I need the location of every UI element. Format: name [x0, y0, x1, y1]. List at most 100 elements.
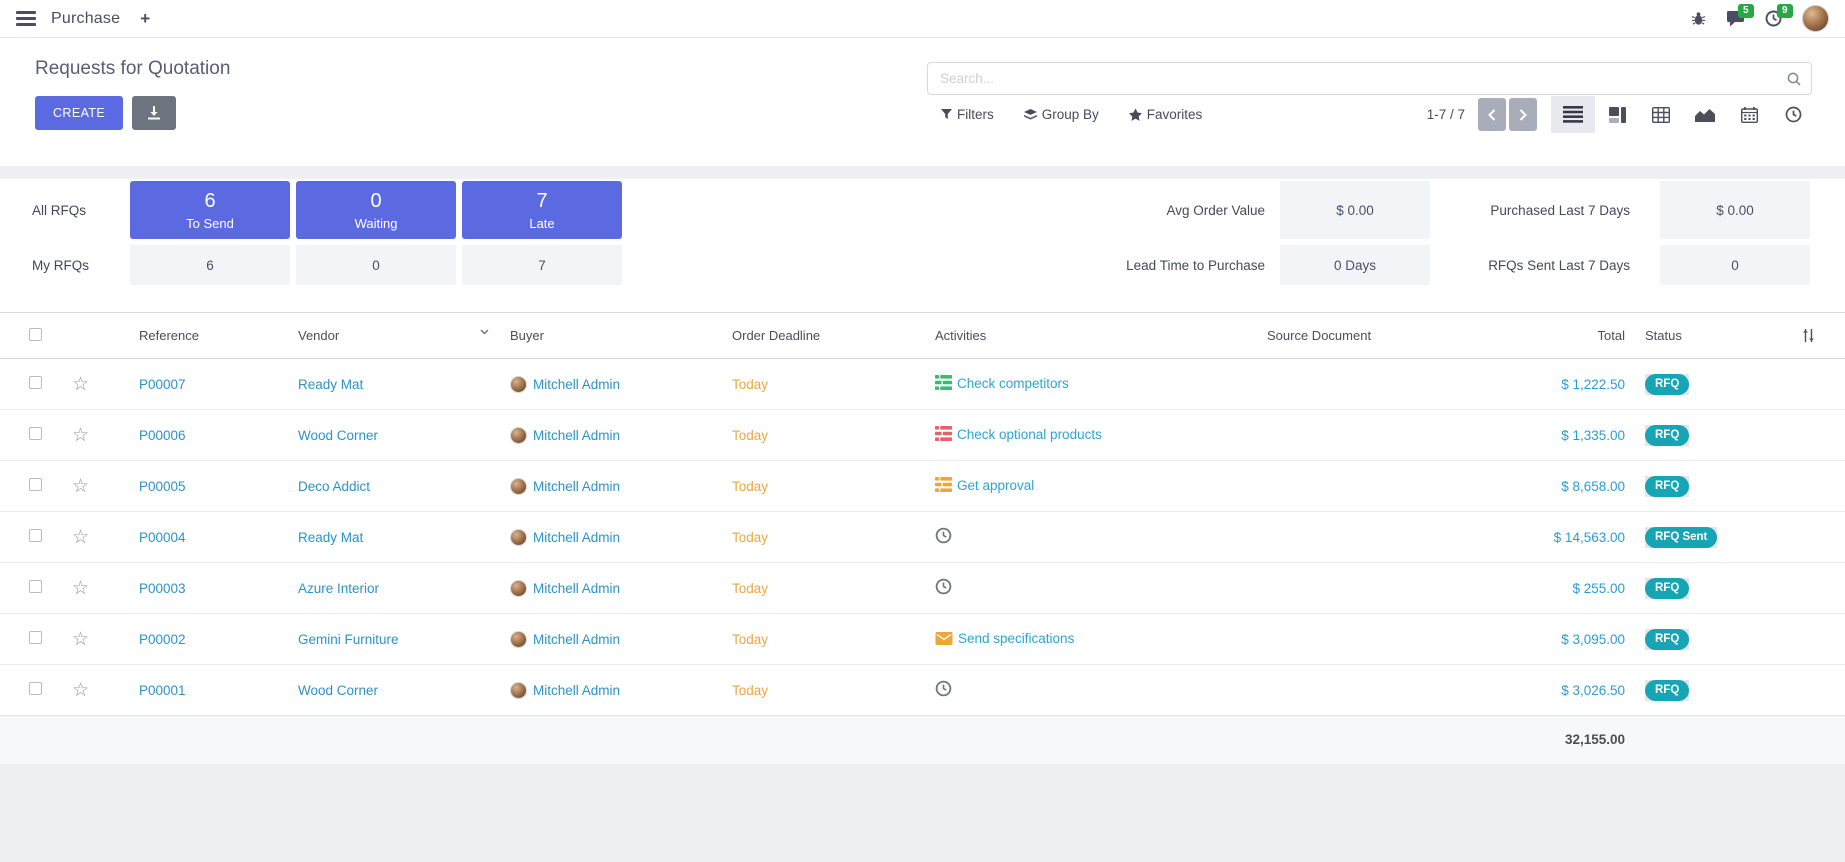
view-activity-button[interactable] [1771, 96, 1815, 133]
pager-previous-button[interactable] [1478, 98, 1506, 131]
my-late-cell[interactable]: 7 [462, 245, 622, 285]
vendor-link[interactable]: Ready Mat [298, 377, 363, 392]
table-row[interactable]: ☆P00005Deco AddictMitchell AdminTodayGet… [0, 461, 1845, 512]
search-input[interactable] [928, 63, 1811, 94]
app-name[interactable]: Purchase [51, 10, 120, 28]
buyer-link[interactable]: Mitchell Admin [533, 428, 620, 443]
tasks-green-icon[interactable] [935, 375, 952, 393]
my-to-send-cell[interactable]: 6 [130, 245, 290, 285]
reference-link[interactable]: P00001 [139, 683, 186, 698]
clock-icon[interactable] [935, 680, 952, 700]
kpi-late-button[interactable]: 7 Late [462, 181, 622, 239]
table-row[interactable]: ☆P00002Gemini FurnitureMitchell AdminTod… [0, 614, 1845, 665]
reference-link[interactable]: P00005 [139, 479, 186, 494]
favorite-star-icon[interactable]: ☆ [72, 526, 89, 548]
row-total: $ 1,222.50 [1561, 377, 1625, 392]
vendor-link[interactable]: Gemini Furniture [298, 632, 399, 647]
search-icon[interactable] [1786, 71, 1802, 87]
create-button[interactable]: CREATE [35, 96, 123, 130]
row-checkbox[interactable] [29, 682, 42, 695]
favorite-star-icon[interactable]: ☆ [72, 577, 89, 599]
reference-link[interactable]: P00007 [139, 377, 186, 392]
table-row[interactable]: ☆P00001Wood CornerMitchell AdminToday$ 3… [0, 665, 1845, 716]
tasks-red-icon[interactable] [935, 426, 952, 444]
favorite-star-icon[interactable]: ☆ [72, 424, 89, 446]
row-checkbox[interactable] [29, 580, 42, 593]
status-badge: RFQ [1645, 629, 1689, 650]
filter-funnel-icon [941, 109, 952, 120]
reference-link[interactable]: P00003 [139, 581, 186, 596]
view-list-button[interactable] [1551, 96, 1595, 133]
table-row[interactable]: ☆P00003Azure InteriorMitchell AdminToday… [0, 563, 1845, 614]
view-pivot-button[interactable] [1639, 96, 1683, 133]
favorite-star-icon[interactable]: ☆ [72, 679, 89, 701]
buyer-link[interactable]: Mitchell Admin [533, 632, 620, 647]
activities-clock-icon[interactable]: 9 [1765, 10, 1782, 27]
favorite-star-icon[interactable]: ☆ [72, 475, 89, 497]
vendor-link[interactable]: Azure Interior [298, 581, 379, 596]
row-checkbox[interactable] [29, 631, 42, 644]
table-header-row: Reference Vendor Buyer Order Deadline Ac… [0, 313, 1845, 359]
select-all-checkbox[interactable] [29, 328, 42, 341]
filters-menu[interactable]: Filters [941, 107, 994, 122]
view-calendar-button[interactable] [1727, 96, 1771, 133]
pager-value[interactable]: 1-7 / 7 [1427, 107, 1465, 122]
vendor-link[interactable]: Wood Corner [298, 428, 378, 443]
header-reference[interactable]: Reference [128, 313, 287, 359]
user-avatar[interactable] [1802, 5, 1829, 32]
apps-menu-icon[interactable] [16, 11, 36, 26]
activity-label[interactable]: Check optional products [957, 427, 1102, 442]
clock-icon[interactable] [935, 527, 952, 547]
clock-icon[interactable] [935, 578, 952, 598]
header-source-document[interactable]: Source Document [1256, 313, 1434, 359]
buyer-link[interactable]: Mitchell Admin [533, 530, 620, 545]
activity-label[interactable]: Check competitors [957, 376, 1069, 391]
vendor-link[interactable]: Deco Addict [298, 479, 370, 494]
envelope-icon[interactable] [935, 632, 953, 648]
activity-label[interactable]: Get approval [957, 478, 1034, 493]
tasks-yellow-icon[interactable] [935, 477, 952, 495]
header-status[interactable]: Status [1625, 313, 1799, 359]
favorite-star-icon[interactable]: ☆ [72, 373, 89, 395]
row-checkbox[interactable] [29, 478, 42, 491]
table-row[interactable]: ☆P00006Wood CornerMitchell AdminTodayChe… [0, 410, 1845, 461]
activity-label[interactable]: Send specifications [958, 631, 1074, 646]
header-vendor[interactable]: Vendor [287, 313, 499, 359]
kpi-to-send-button[interactable]: 6 To Send [130, 181, 290, 239]
buyer-link[interactable]: Mitchell Admin [533, 581, 620, 596]
buyer-link[interactable]: Mitchell Admin [533, 683, 620, 698]
export-download-button[interactable] [132, 96, 176, 130]
reference-link[interactable]: P00006 [139, 428, 186, 443]
kpi-waiting-button[interactable]: 0 Waiting [296, 181, 456, 239]
my-waiting-cell[interactable]: 0 [296, 245, 456, 285]
header-activities[interactable]: Activities [924, 313, 1256, 359]
header-total[interactable]: Total [1434, 313, 1625, 359]
download-icon [147, 106, 161, 120]
buyer-link[interactable]: Mitchell Admin [533, 377, 620, 392]
view-graph-button[interactable] [1683, 96, 1727, 133]
optional-columns-button[interactable] [1799, 313, 1845, 359]
row-checkbox[interactable] [29, 529, 42, 542]
pager-next-button[interactable] [1509, 98, 1537, 131]
favorites-menu[interactable]: Favorites [1129, 107, 1203, 122]
row-total: $ 14,563.00 [1554, 530, 1625, 545]
buyer-link[interactable]: Mitchell Admin [533, 479, 620, 494]
header-order-deadline[interactable]: Order Deadline [721, 313, 924, 359]
group-by-menu[interactable]: Group By [1024, 107, 1099, 122]
vendor-link[interactable]: Wood Corner [298, 683, 378, 698]
table-row[interactable]: ☆P00004Ready MatMitchell AdminToday$ 14,… [0, 512, 1845, 563]
vendor-link[interactable]: Ready Mat [298, 530, 363, 545]
favorite-star-icon[interactable]: ☆ [72, 628, 89, 650]
table-row[interactable]: ☆P00007Ready MatMitchell AdminTodayCheck… [0, 359, 1845, 410]
reference-link[interactable]: P00002 [139, 632, 186, 647]
header-buyer[interactable]: Buyer [499, 313, 721, 359]
chevron-down-icon[interactable] [480, 329, 489, 335]
grand-total: 32,155.00 [1565, 732, 1625, 747]
reference-link[interactable]: P00004 [139, 530, 186, 545]
debug-bug-icon[interactable] [1691, 11, 1706, 26]
new-tab-button[interactable]: + [140, 9, 150, 29]
row-checkbox[interactable] [29, 427, 42, 440]
messages-icon[interactable]: 5 [1726, 10, 1745, 27]
view-kanban-button[interactable] [1595, 96, 1639, 133]
row-checkbox[interactable] [29, 376, 42, 389]
